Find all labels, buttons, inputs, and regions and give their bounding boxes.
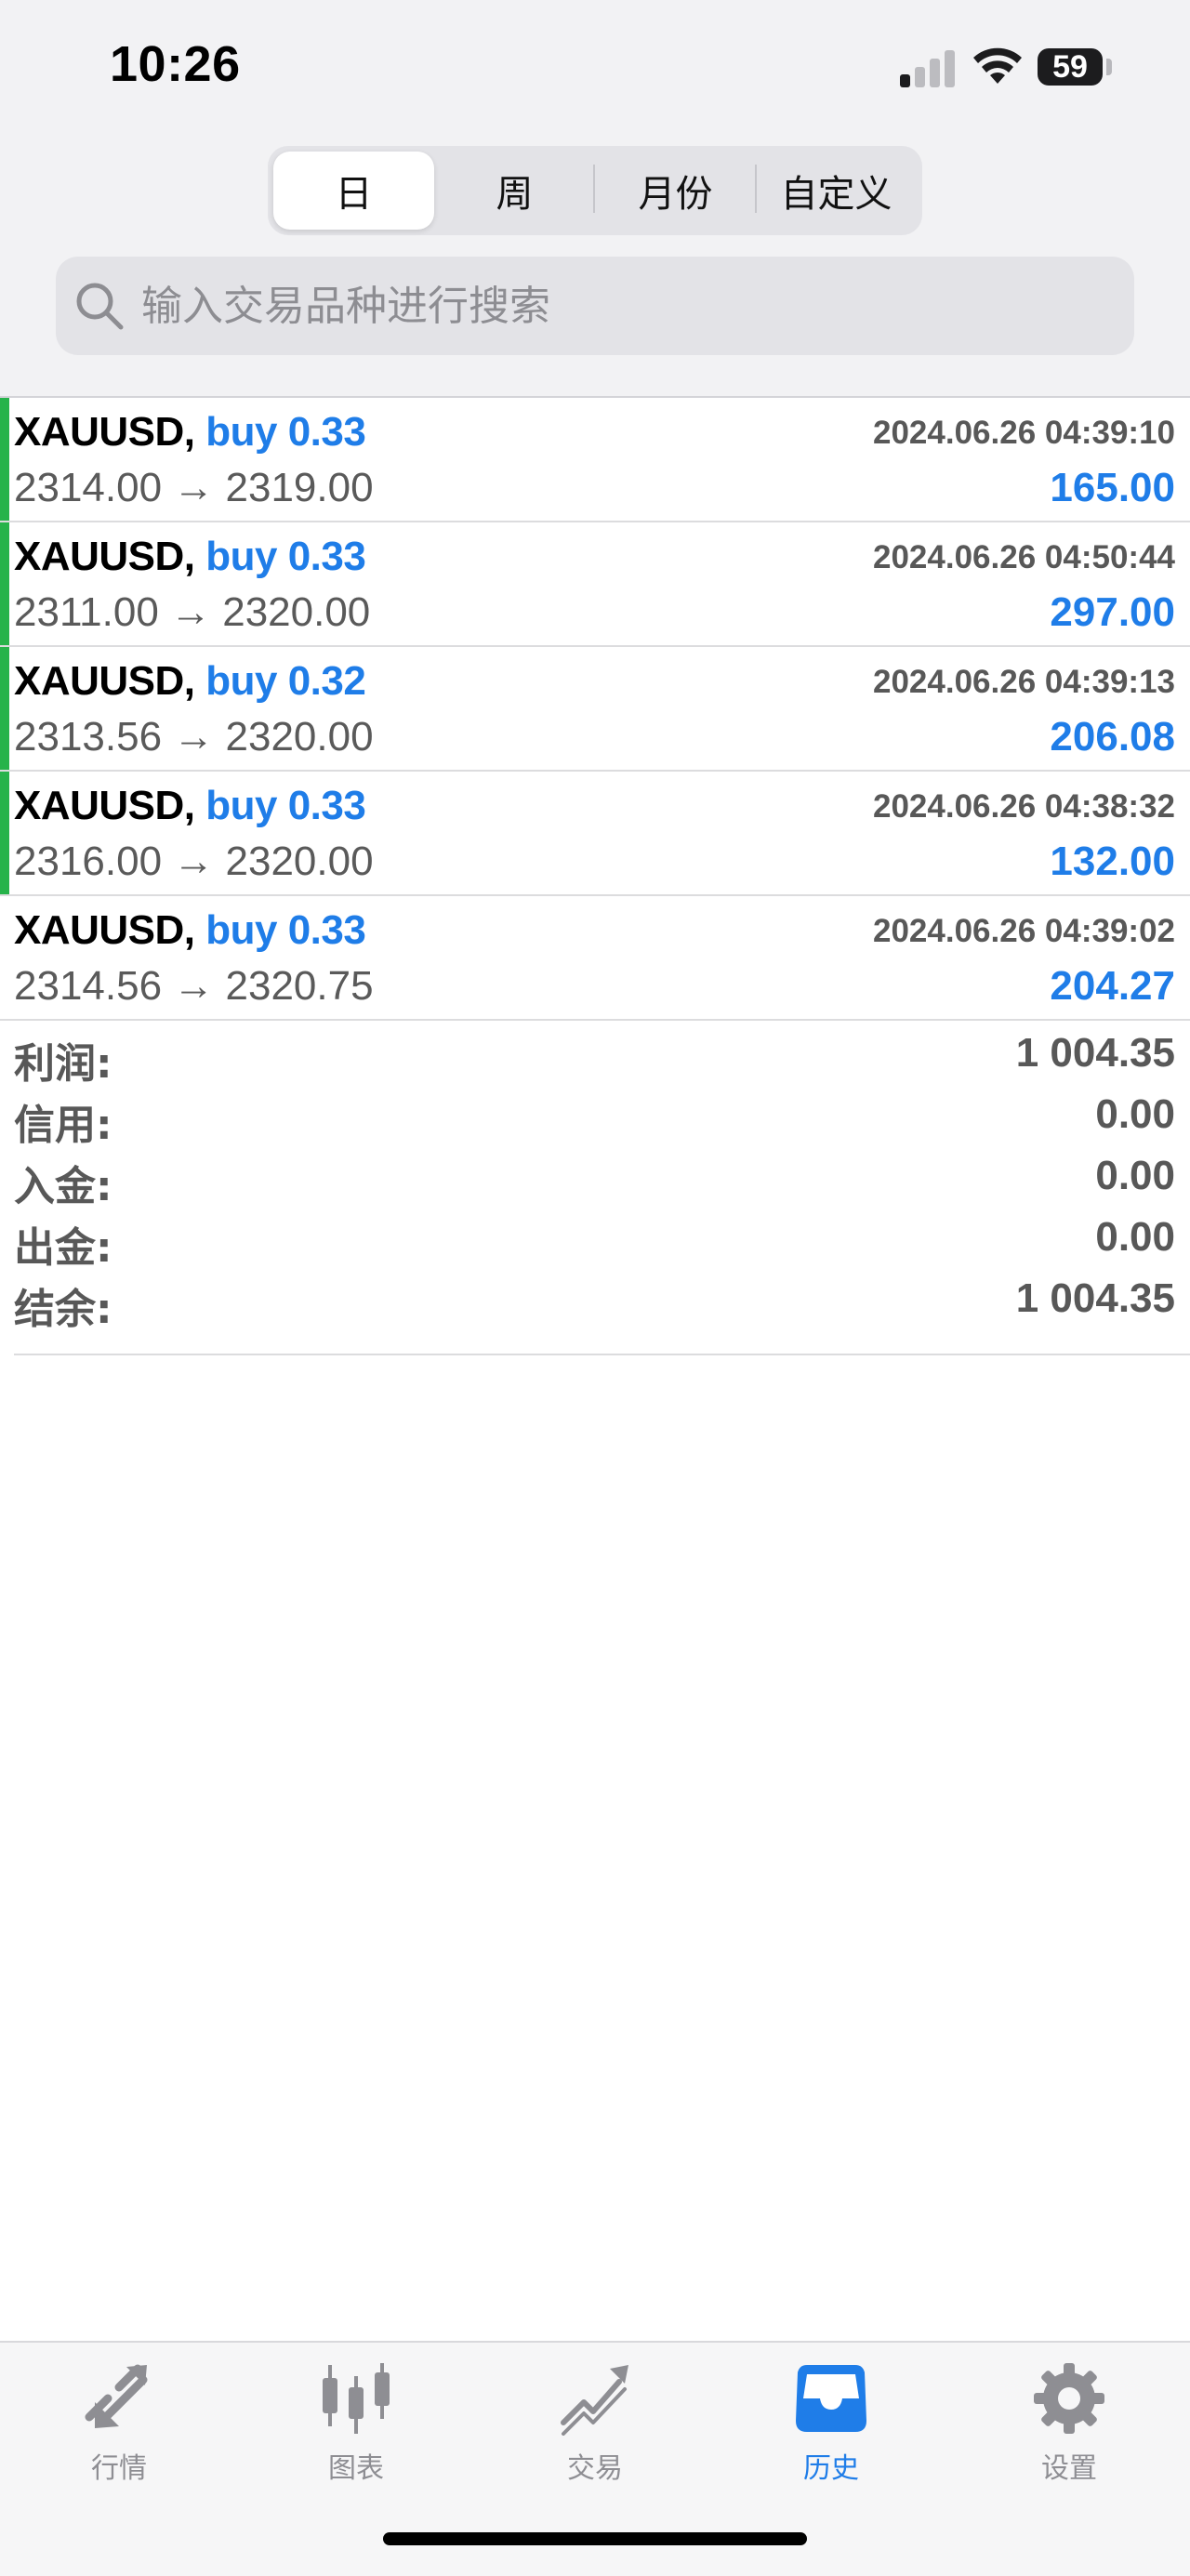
segment-label: 月份 [638, 173, 713, 216]
trade-prices: 2314.00 → 2319.00 [14, 465, 374, 510]
summary-divider [14, 1354, 1190, 1355]
summary-label: 出金: [14, 1224, 112, 1272]
summary-row-balance: 结余: 1 004.35 [0, 1268, 1190, 1333]
home-indicator [383, 2532, 807, 2545]
trade-profit: 132.00 [1050, 839, 1175, 884]
trade-accent-bar [0, 522, 9, 645]
trade-time: 2024.06.26 04:39:13 [873, 664, 1175, 700]
trade-prices: 2311.00 → 2320.00 [14, 589, 371, 635]
trade-profit: 206.08 [1050, 714, 1175, 760]
trade-symbol-line: XAUUSD, buy 0.33 [14, 907, 366, 954]
trade-side-volume: buy 0.33 [205, 534, 366, 579]
trade-side-volume: buy 0.33 [205, 783, 366, 828]
wifi-icon [973, 47, 1022, 84]
status-bar: 10:26 59 [0, 0, 1190, 130]
quotes-icon [85, 2364, 148, 2428]
trade-symbol: XAUUSD, [14, 907, 195, 953]
trade-time: 2024.06.26 04:39:10 [873, 415, 1175, 451]
segment-divider [593, 165, 595, 213]
segment-divider [755, 165, 757, 213]
summary-label: 利润: [14, 1040, 112, 1088]
trade-row[interactable]: XAUUSD, buy 0.33 2024.06.26 04:50:44 231… [0, 522, 1190, 647]
summary-value: 0.00 [1095, 1091, 1175, 1137]
trade-row[interactable]: XAUUSD, buy 0.33 2024.06.26 04:38:32 231… [0, 772, 1190, 896]
segment-month[interactable]: 月份 [595, 152, 756, 230]
summary-label: 结余: [14, 1286, 112, 1333]
tab-quotes[interactable]: 行情 [45, 2361, 193, 2501]
tab-label: 历史 [803, 2452, 859, 2485]
tab-settings[interactable]: 设置 [995, 2361, 1144, 2501]
trade-side-volume: buy 0.33 [205, 409, 366, 455]
period-segmented-control: 日 周 月份 自定义 [268, 146, 922, 235]
trade-side-volume: buy 0.32 [205, 658, 366, 704]
trade-symbol: XAUUSD, [14, 783, 195, 828]
segment-week[interactable]: 周 [434, 152, 595, 230]
search-input[interactable] [139, 281, 1036, 331]
tab-label: 图表 [328, 2452, 384, 2485]
cellular-signal-icon [900, 48, 956, 87]
trade-prices: 2314.56 → 2320.75 [14, 963, 374, 1009]
summary-row-deposit: 入金: 0.00 [0, 1145, 1190, 1210]
candlestick-chart-icon [323, 2363, 390, 2434]
trade-symbol-line: XAUUSD, buy 0.33 [14, 534, 366, 580]
trade-time: 2024.06.26 04:38:32 [873, 788, 1175, 825]
trade-prices: 2316.00 → 2320.00 [14, 839, 374, 884]
trade-symbol-line: XAUUSD, buy 0.33 [14, 409, 366, 456]
trade-symbol: XAUUSD, [14, 534, 195, 579]
trade-accent-bar [0, 398, 9, 521]
trade-time: 2024.06.26 04:50:44 [873, 539, 1175, 575]
trade-profit: 165.00 [1050, 465, 1175, 510]
summary-value: 0.00 [1095, 1214, 1175, 1260]
gear-icon [1034, 2363, 1104, 2434]
summary-value: 0.00 [1095, 1153, 1175, 1198]
trade-accent-bar [0, 772, 9, 894]
summary-label: 入金: [14, 1163, 112, 1210]
trade-side-volume: buy 0.33 [205, 907, 366, 953]
trade-profit: 297.00 [1050, 589, 1175, 635]
segment-label: 自定义 [780, 173, 892, 216]
trade-accent-bar [0, 647, 9, 770]
history-inbox-icon [796, 2365, 866, 2432]
segment-label: 日 [335, 173, 373, 216]
status-time: 10:26 [110, 36, 241, 92]
trade-row[interactable]: XAUUSD, buy 0.33 2024.06.26 04:39:10 231… [0, 398, 1190, 522]
segment-custom[interactable]: 自定义 [756, 152, 917, 230]
trade-symbol-line: XAUUSD, buy 0.32 [14, 658, 366, 705]
battery-icon: 59 [1038, 48, 1103, 86]
battery-cap [1106, 59, 1112, 75]
tab-trade[interactable]: 交易 [521, 2361, 669, 2501]
trade-profit: 204.27 [1050, 963, 1175, 1009]
tab-label: 设置 [1041, 2452, 1097, 2485]
trade-prices: 2313.56 → 2320.00 [14, 714, 374, 760]
trade-row[interactable]: XAUUSD, buy 0.32 2024.06.26 04:39:13 231… [0, 647, 1190, 772]
summary-row-profit: 利润: 1 004.35 [0, 1023, 1190, 1088]
tab-label: 行情 [91, 2452, 147, 2485]
trade-history-list: XAUUSD, buy 0.33 2024.06.26 04:39:10 231… [0, 398, 1190, 1021]
segment-label: 周 [496, 173, 534, 216]
summary-label: 信用: [14, 1102, 112, 1149]
tab-history[interactable]: 历史 [757, 2361, 906, 2501]
trade-icon [561, 2365, 628, 2436]
tab-label: 交易 [567, 2452, 623, 2485]
summary-row-credit: 信用: 0.00 [0, 1084, 1190, 1149]
trade-symbol: XAUUSD, [14, 409, 195, 455]
segment-day[interactable]: 日 [273, 152, 434, 230]
trade-symbol-line: XAUUSD, buy 0.33 [14, 783, 366, 829]
tab-chart[interactable]: 图表 [282, 2361, 430, 2501]
summary-value: 1 004.35 [1015, 1275, 1175, 1321]
trade-time: 2024.06.26 04:39:02 [873, 913, 1175, 949]
trade-symbol: XAUUSD, [14, 658, 195, 704]
search-icon [76, 283, 124, 330]
trade-row[interactable]: XAUUSD, buy 0.33 2024.06.26 04:39:02 231… [0, 896, 1190, 1021]
summary-value: 1 004.35 [1015, 1030, 1175, 1076]
search-bar [56, 257, 1134, 355]
summary-row-withdrawal: 出金: 0.00 [0, 1207, 1190, 1272]
account-summary: 利润: 1 004.35 信用: 0.00 入金: 0.00 出金: 0.00 … [0, 1023, 1190, 1333]
header-area: 10:26 59 日 周 月份 自定义 [0, 0, 1190, 398]
